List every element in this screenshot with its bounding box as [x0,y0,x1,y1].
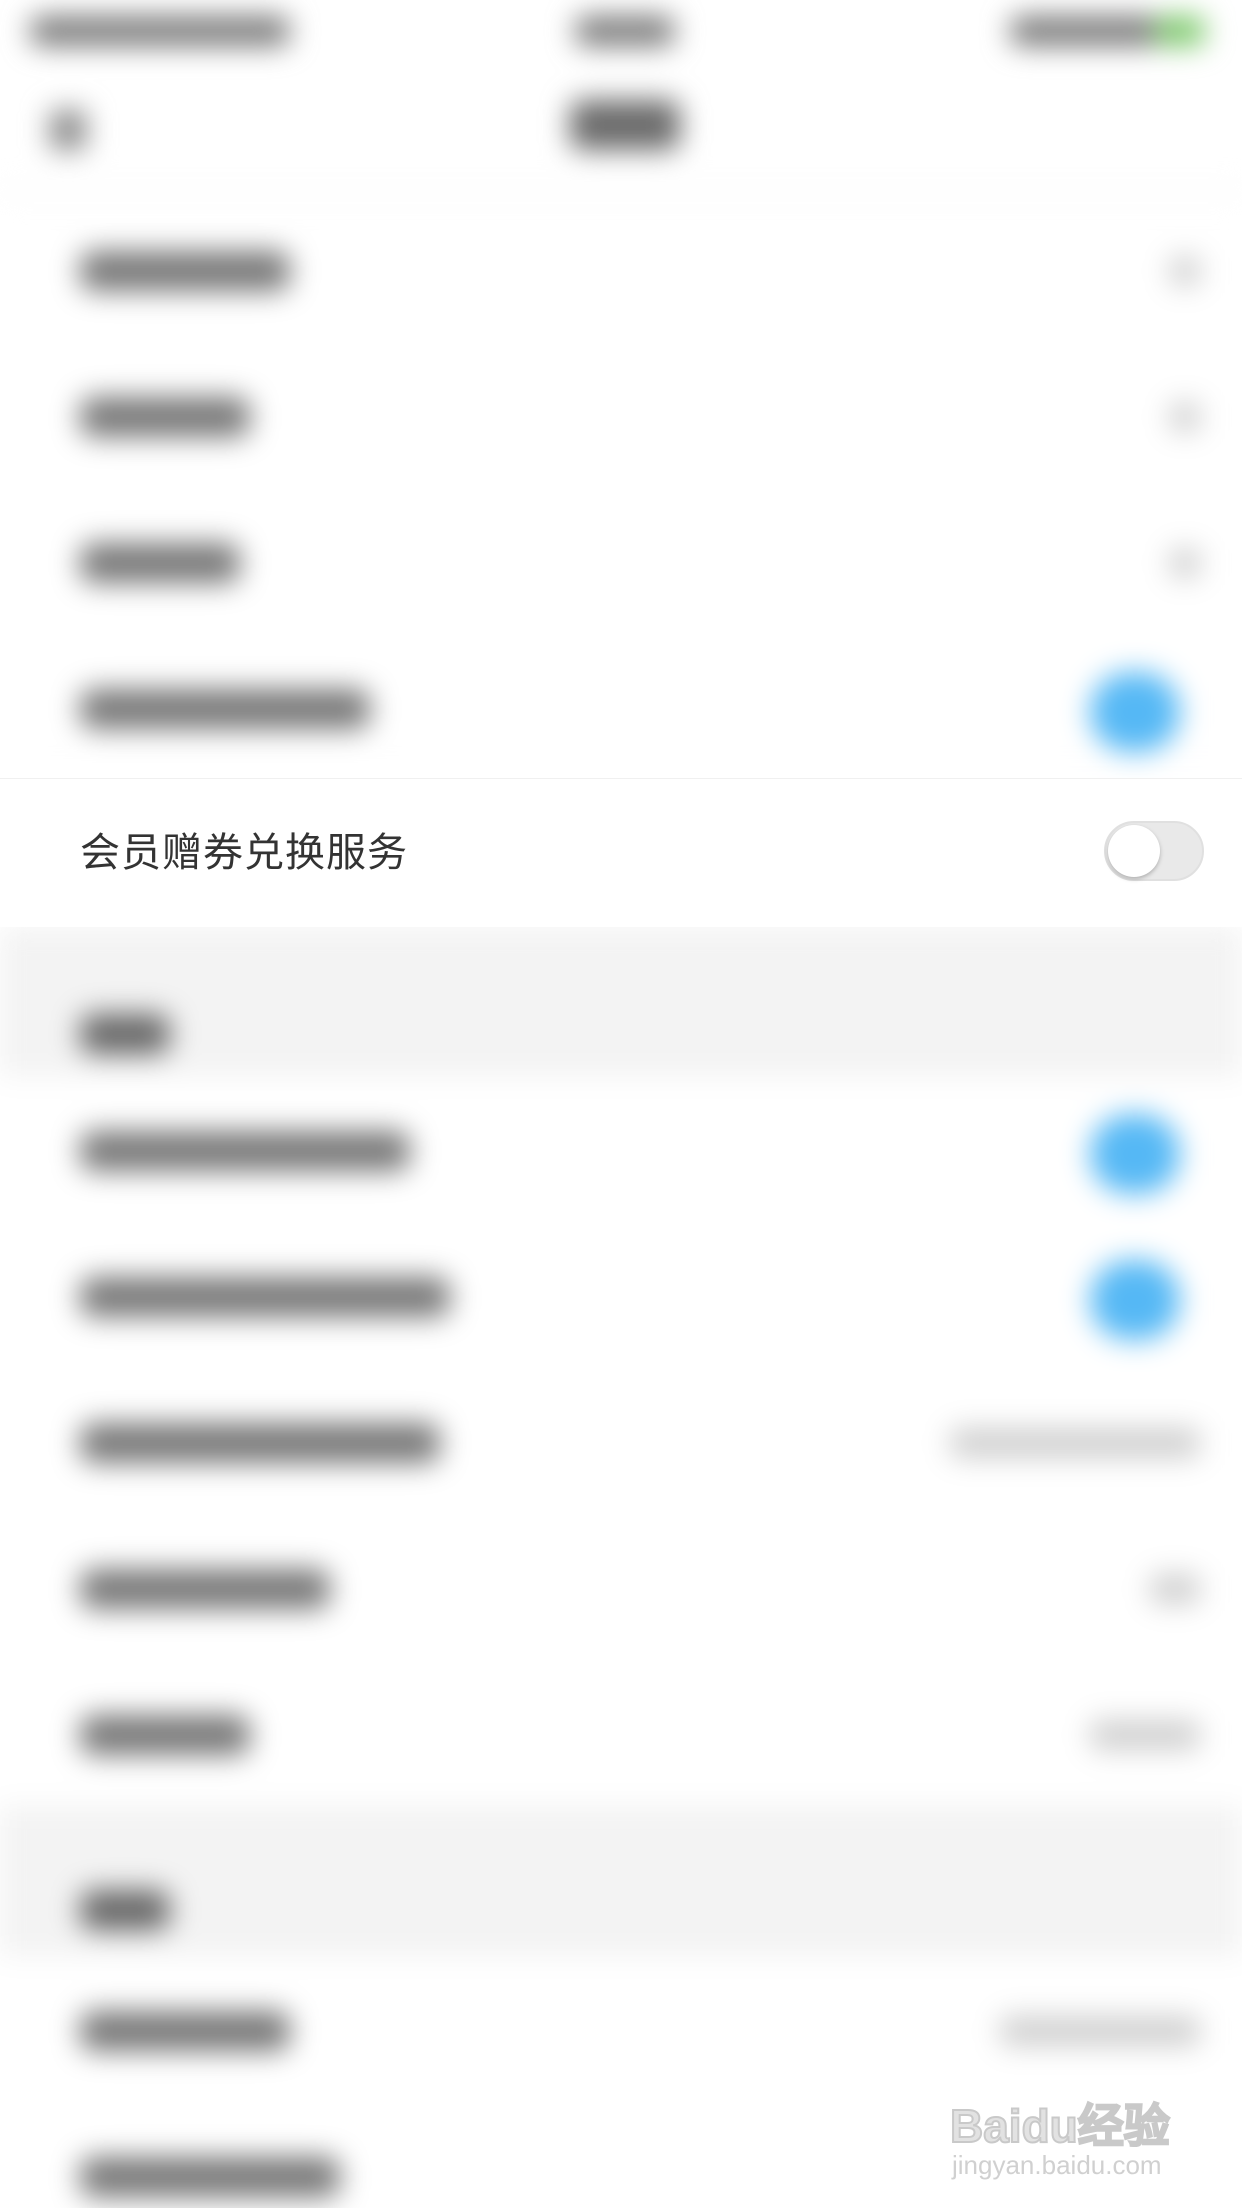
row-label-blur [80,1715,250,1755]
row-value-blur [1150,1574,1200,1604]
status-indicators-blur [1010,16,1160,46]
settings-row-blurred[interactable] [0,488,1242,634]
setting-label: 会员赠券兑换服务 [80,830,408,876]
row-label-blur [80,2157,340,2197]
watermark-logo-text: Baidu经验 [949,2099,1171,2153]
row-label-blur [80,397,250,437]
settings-row-blurred[interactable] [0,1076,1242,1222]
status-time-blur [575,16,675,46]
settings-row-blurred[interactable] [0,1660,1242,1806]
settings-row-blurred[interactable] [0,342,1242,488]
settings-row-blurred[interactable] [0,196,1242,342]
section-title-blur [80,1014,170,1054]
nav-title-blur [570,100,680,150]
chevron-right-icon [1170,548,1200,578]
section-header-blurred [0,1806,1242,1956]
row-label-blur [80,1423,440,1463]
row-label-blur [80,1569,330,1609]
row-label-blur [80,689,370,729]
row-value-blur [1090,1720,1200,1750]
blurred-background [0,0,1242,2208]
baidu-jingyan-watermark: Baidu经验 jingyan.baidu.com [949,2070,1190,2190]
row-value-blur [1000,2016,1200,2046]
toggle-on-blur[interactable] [1090,1114,1180,1194]
settings-row-blurred[interactable] [0,1368,1242,1514]
row-label-blur [80,1131,410,1171]
row-label-blur [80,543,240,583]
section-header-blurred [0,926,1242,1076]
row-value-blur [950,1428,1200,1458]
settings-row-blurred[interactable] [0,1222,1242,1368]
row-label-blur [80,1277,450,1317]
toggle-on-blur[interactable] [1090,1260,1180,1340]
chevron-right-icon [1170,402,1200,432]
nav-bar [0,60,1242,192]
status-carrier-blur [30,16,290,46]
toggle-on-blur[interactable] [1090,672,1180,752]
battery-icon [1155,16,1205,46]
settings-row-blurred[interactable] [0,634,1242,780]
status-bar [0,0,1242,60]
section-title-blur [80,1890,170,1930]
chevron-right-icon [1170,256,1200,286]
row-label-blur [80,251,290,291]
settings-screen: 会员赠券兑换服务 Baidu经验 jingyan.baidu.com [0,0,1242,2208]
toggle-knob [1108,825,1160,877]
back-arrow-icon[interactable] [50,110,86,150]
coupon-exchange-toggle[interactable] [1104,821,1204,881]
settings-row-blurred[interactable] [0,1514,1242,1660]
setting-row-coupon-exchange[interactable]: 会员赠券兑换服务 [0,778,1242,927]
row-label-blur [80,2011,290,2051]
watermark-url: jingyan.baidu.com [952,2150,1162,2180]
